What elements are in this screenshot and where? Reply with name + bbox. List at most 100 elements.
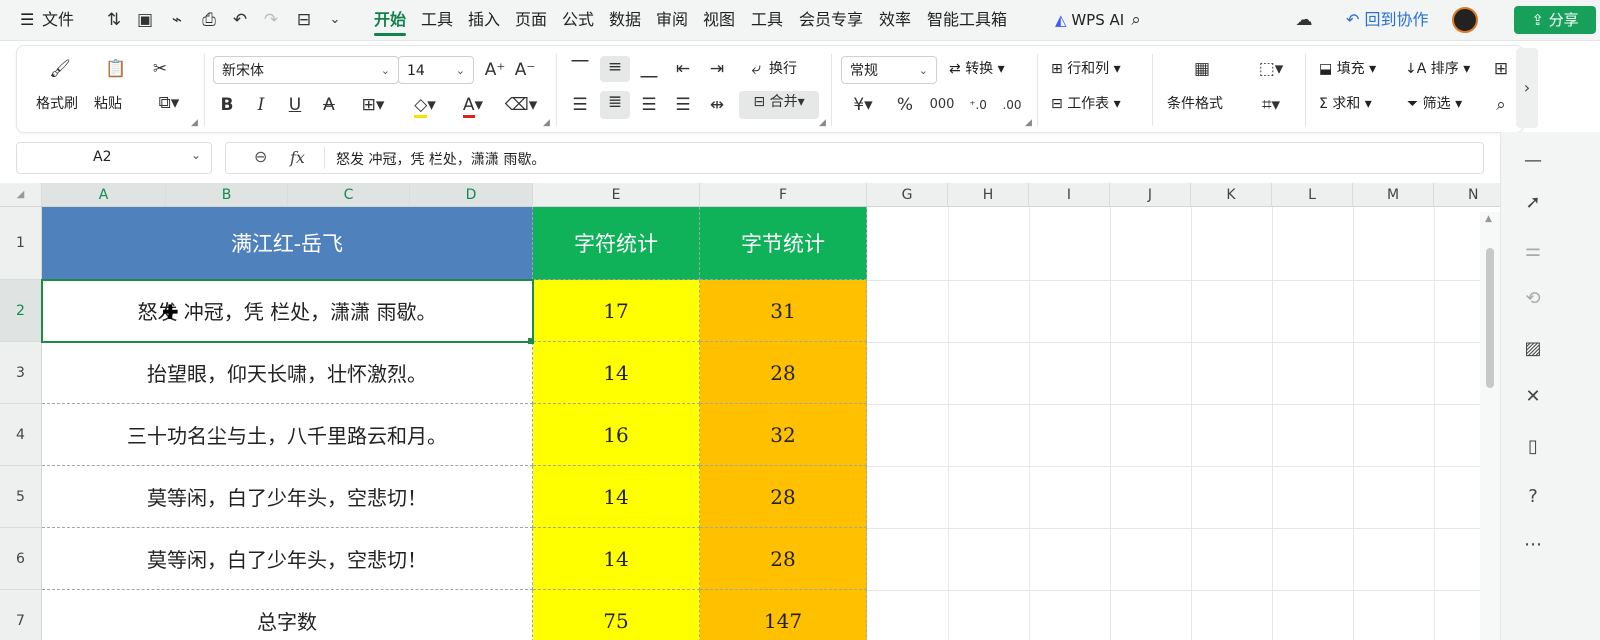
distribute-icon[interactable]: ⇹	[705, 94, 729, 116]
row-header-1[interactable]: 1	[0, 207, 42, 280]
fill-handle[interactable]	[528, 338, 534, 344]
clear-format-icon[interactable]: ⌫▾	[501, 94, 541, 116]
tab-efficiency[interactable]: 效率	[879, 0, 911, 40]
font-size-select[interactable]: 14 ⌄	[398, 56, 474, 84]
conditional-format-button[interactable]: 条件格式	[1167, 94, 1223, 114]
col-header-f[interactable]: F	[700, 183, 867, 207]
wrap-button[interactable]: 换行	[769, 59, 797, 79]
align-left-icon[interactable]: ☰	[568, 94, 592, 116]
cell-a5[interactable]: 莫等闲，白了少年头，空悲切！	[42, 466, 533, 528]
increase-font-icon[interactable]: A⁺	[483, 59, 507, 81]
cell-f6[interactable]: 28	[700, 528, 867, 590]
paste-button[interactable]: 粘贴	[94, 94, 122, 114]
tab-start[interactable]: 开始	[374, 0, 407, 40]
align-center-icon[interactable]: ≣	[600, 91, 630, 119]
fx-icon[interactable]: fx	[290, 148, 305, 167]
col-header-a[interactable]: A	[42, 183, 166, 207]
redo-icon[interactable]: ↷	[259, 8, 283, 32]
cell-f3[interactable]: 28	[700, 342, 867, 404]
format-painter-button[interactable]: 格式刷	[36, 94, 78, 114]
font-color-icon[interactable]: A▾	[453, 94, 493, 118]
col-header-n[interactable]: N	[1434, 183, 1500, 207]
cell-e1-char-count-header[interactable]: 字符统计	[533, 207, 700, 280]
image-edit-icon[interactable]: ▨	[1520, 336, 1546, 362]
col-header-j[interactable]: J	[1110, 183, 1191, 207]
file-menu[interactable]: 文件	[42, 0, 74, 40]
sort-button[interactable]: ↓A 排序 ▾	[1405, 59, 1470, 79]
cell-a4[interactable]: 三十功名尘与土，八千里路云和月。	[42, 404, 533, 466]
tools-icon[interactable]: ✕	[1520, 384, 1546, 410]
col-header-e[interactable]: E	[533, 183, 700, 207]
select-all-corner[interactable]: ◢	[0, 183, 42, 207]
dash-icon[interactable]: —	[1520, 148, 1546, 174]
cloud-sync-icon[interactable]: ☁	[1292, 8, 1316, 32]
row-header-7[interactable]: 7	[0, 590, 42, 640]
merge-button[interactable]: ⊟ 合并▾	[739, 91, 819, 119]
percent-icon[interactable]: %	[893, 94, 917, 116]
col-header-b[interactable]: B	[166, 183, 288, 207]
currency-icon[interactable]: ¥▾	[845, 94, 881, 116]
book-icon[interactable]: ▯	[1520, 434, 1546, 460]
adjust-icon[interactable]: ⚌	[1520, 238, 1546, 264]
align-dialog-icon[interactable]: ◢	[819, 118, 826, 128]
cell-a2[interactable]: 怒发 冲冠，凭 栏处，潇潇 雨歇。	[42, 280, 533, 342]
cell-f2[interactable]: 31	[700, 280, 867, 342]
sort-icon[interactable]: ⇅	[102, 8, 126, 32]
col-header-k[interactable]: K	[1191, 183, 1272, 207]
decrease-decimal-icon[interactable]: .00	[997, 94, 1027, 116]
tab-member[interactable]: 会员专享	[799, 0, 863, 40]
strikethrough-icon[interactable]: A	[319, 94, 339, 116]
hamburger-menu-icon[interactable]: ☰	[20, 0, 34, 40]
formula-bar[interactable]: ⊖ fx 怒发 冲冠，凭 栏处，潇潇 雨歇。	[225, 142, 1484, 174]
cell-e5[interactable]: 14	[533, 466, 700, 528]
align-top-icon[interactable]: ⎺	[568, 58, 592, 80]
col-header-c[interactable]: C	[288, 183, 410, 207]
cell-a3[interactable]: 抬望眼，仰天长啸，壮怀激烈。	[42, 342, 533, 404]
row-header-4[interactable]: 4	[0, 404, 42, 466]
convert-button[interactable]: ⇄ 转换 ▾	[949, 59, 1005, 79]
tab-data[interactable]: 数据	[609, 0, 641, 40]
avatar[interactable]	[1452, 7, 1478, 33]
more-icon[interactable]: ⋯	[1520, 532, 1546, 558]
cell-e6[interactable]: 14	[533, 528, 700, 590]
col-header-l[interactable]: L	[1272, 183, 1353, 207]
more-quick-icon[interactable]: ⌄	[323, 8, 347, 32]
highlight-icon[interactable]: ◇▾	[405, 94, 445, 118]
align-middle-icon[interactable]: ≡	[600, 56, 630, 82]
col-header-i[interactable]: I	[1029, 183, 1110, 207]
cell-e2[interactable]: 17	[533, 280, 700, 342]
tab-insert[interactable]: 插入	[468, 0, 500, 40]
cell-e4[interactable]: 16	[533, 404, 700, 466]
number-dialog-icon[interactable]: ◢	[1025, 118, 1032, 128]
col-header-m[interactable]: M	[1353, 183, 1434, 207]
row-header-3[interactable]: 3	[0, 342, 42, 404]
cell-a6[interactable]: 莫等闲，白了少年头，空悲切！	[42, 528, 533, 590]
row-col-button[interactable]: ⊞ 行和列 ▾	[1051, 59, 1121, 79]
tab-tools[interactable]: 工具	[421, 0, 453, 40]
copy-icon[interactable]: ⧉▾	[149, 92, 189, 114]
tab-formula[interactable]: 公式	[562, 0, 594, 40]
align-bottom-icon[interactable]: ⎽	[637, 58, 661, 80]
underline-icon[interactable]: U	[285, 94, 305, 116]
tab-tools-2[interactable]: 工具	[751, 0, 783, 40]
increase-decimal-icon[interactable]: ⁺.0	[963, 94, 993, 116]
number-format-select[interactable]: 常规 ⌄	[841, 56, 937, 84]
cell-style-icon[interactable]: ⬚▾	[1251, 58, 1291, 80]
link-icon[interactable]: ⌁	[165, 8, 189, 32]
undo-icon[interactable]: ↶	[228, 8, 252, 32]
border-icon[interactable]: ⊞▾	[353, 94, 393, 116]
increase-indent-icon[interactable]: ⇥	[705, 58, 729, 80]
justify-icon[interactable]: ☰	[671, 94, 695, 116]
print-preview-icon[interactable]: ⎙	[197, 8, 221, 32]
cell-f7-total-bytes[interactable]: 147	[700, 590, 867, 640]
align-right-icon[interactable]: ☰	[637, 94, 661, 116]
crop-icon[interactable]: ⌗▾	[1251, 94, 1291, 116]
tab-review[interactable]: 审阅	[656, 0, 688, 40]
row-header-2[interactable]: 2	[0, 280, 42, 342]
decrease-indent-icon[interactable]: ⇤	[671, 58, 695, 80]
thousands-icon[interactable]: 000	[927, 94, 957, 116]
clipboard-dialog-icon[interactable]: ◢	[191, 118, 198, 128]
transform-icon[interactable]: ⟲	[1520, 286, 1546, 312]
col-header-g[interactable]: G	[867, 183, 948, 207]
find-icon[interactable]: ⌕	[1489, 94, 1513, 116]
